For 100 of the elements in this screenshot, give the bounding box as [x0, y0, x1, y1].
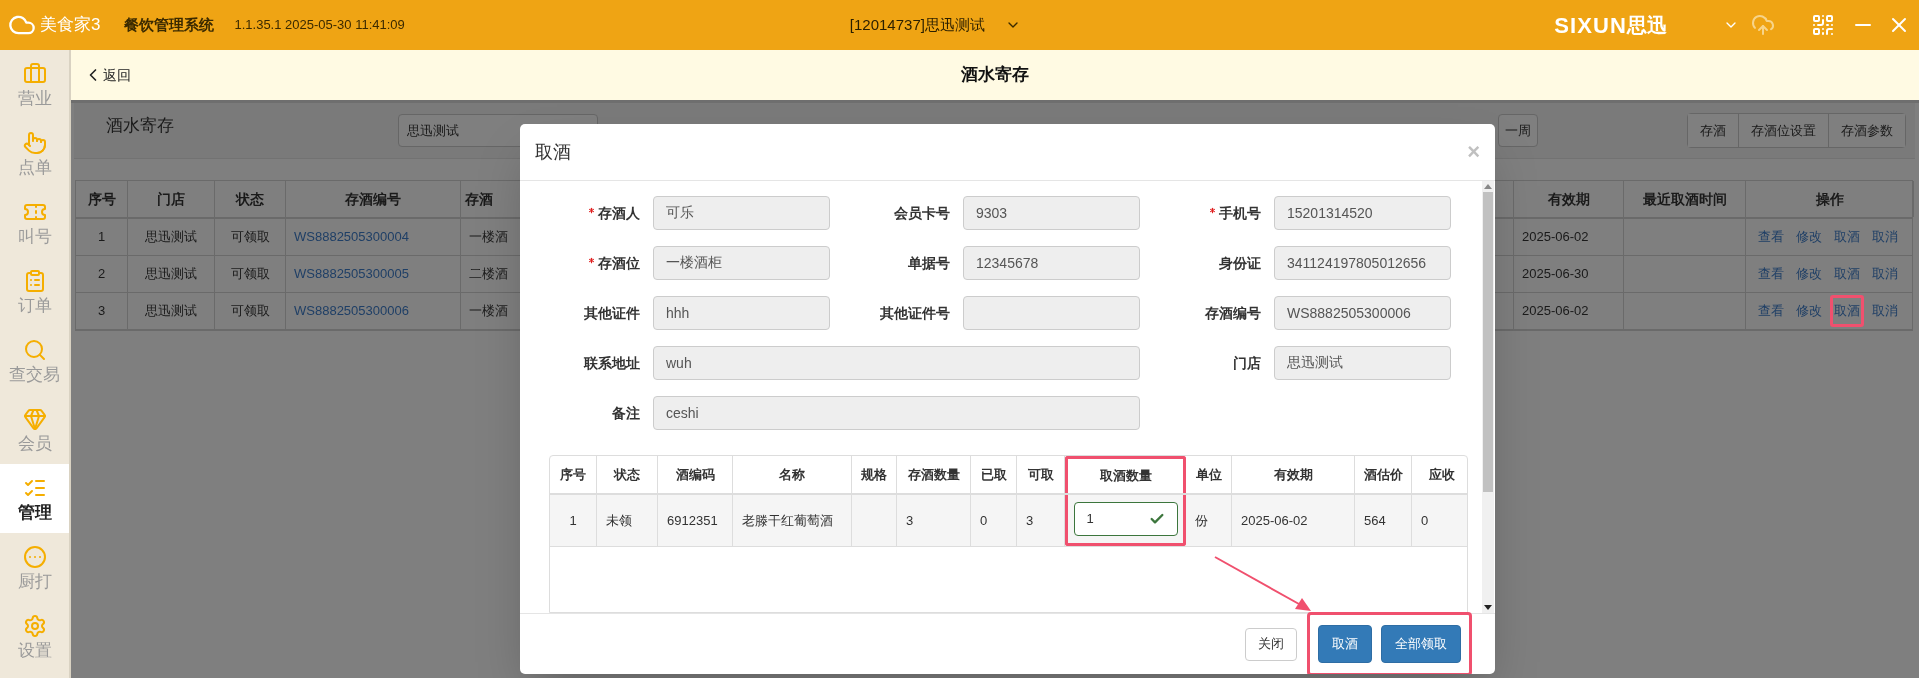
input-field[interactable]: 思迅测试: [1274, 346, 1451, 380]
sidebar-item[interactable]: 厨打: [0, 533, 69, 602]
primary-button[interactable]: 全部领取: [1381, 625, 1461, 663]
menu-icon: [22, 614, 47, 638]
field-label: 门店: [1233, 353, 1261, 373]
table-cell: 未领: [597, 495, 658, 546]
table-cell: 2025-06-02: [1232, 495, 1355, 546]
column-header: 规格: [852, 456, 897, 493]
action-link[interactable]: 修改: [1792, 295, 1826, 327]
field-label: 其他证件: [584, 303, 640, 323]
table-cell: 1: [550, 495, 597, 546]
toolbar-button[interactable]: 存酒位设置: [1739, 114, 1829, 147]
menu-icon: [22, 62, 47, 86]
column-header: 酒估价: [1355, 456, 1412, 493]
table-cell: 可领取: [215, 256, 286, 292]
back-button[interactable]: 返回: [83, 64, 131, 86]
table-cell[interactable]: WS8882505300004: [286, 219, 461, 255]
close-button[interactable]: ×: [1467, 141, 1480, 163]
sidebar-item[interactable]: 管理: [0, 464, 69, 533]
menu-icon: [22, 545, 47, 569]
table-cell: 思迅测试: [128, 219, 215, 255]
sidebar-item[interactable]: 查交易: [0, 326, 69, 395]
sidebar-item[interactable]: 会员: [0, 395, 69, 464]
action-link[interactable]: 取消: [1868, 221, 1902, 253]
column-header: 状态: [215, 181, 286, 217]
table-cell: 2025-06-02: [1514, 219, 1624, 255]
field-label: 存酒位: [598, 253, 640, 273]
app-logo: 美食家3: [40, 14, 101, 37]
action-link[interactable]: 修改: [1792, 258, 1826, 290]
column-header: 已取: [971, 456, 1017, 493]
action-link[interactable]: 修改: [1792, 221, 1826, 253]
action-link[interactable]: 取消: [1868, 258, 1902, 290]
input-field[interactable]: wuh: [653, 346, 1140, 380]
field-label: 单据号: [908, 253, 950, 273]
toolbar-button[interactable]: 存酒: [1688, 114, 1739, 147]
table-cell: 老滕干红葡萄酒: [733, 495, 852, 546]
action-link[interactable]: 取酒: [1830, 295, 1864, 327]
column-header: 单位: [1186, 456, 1232, 493]
store-selector[interactable]: [12014737]思迅测试: [849, 13, 985, 37]
action-link[interactable]: 查看: [1754, 295, 1788, 327]
column-header: 有效期: [1514, 181, 1624, 217]
sidebar-item[interactable]: 点单: [0, 119, 69, 188]
column-header: 门店: [128, 181, 215, 217]
input-field[interactable]: 12345678: [963, 246, 1140, 280]
input-field[interactable]: 一楼酒柜: [653, 246, 830, 280]
column-header: 存酒数量: [897, 456, 971, 493]
table-cell: 1: [76, 219, 128, 255]
scrollbar[interactable]: [1482, 181, 1494, 613]
page-title: 酒水寄存: [961, 64, 1029, 87]
input-field[interactable]: 可乐: [653, 196, 830, 230]
table-cell: 0: [971, 495, 1017, 546]
table-cell: 可领取: [215, 293, 286, 329]
input-field[interactable]: hhh: [653, 296, 830, 330]
table-cell: 可领取: [215, 219, 286, 255]
table-cell: 3: [1017, 495, 1065, 546]
menu-icon: [22, 338, 47, 362]
sidebar-item[interactable]: 叫号: [0, 188, 69, 257]
input-field[interactable]: [963, 296, 1140, 330]
field-label: 其他证件号: [880, 303, 950, 323]
section-title: 酒水寄存: [106, 115, 175, 137]
quantity-input[interactable]: 1: [1073, 502, 1178, 536]
column-header: 可取: [1017, 456, 1065, 493]
field-label: 身份证: [1219, 253, 1261, 273]
cloud-upload-icon[interactable]: [1751, 13, 1775, 37]
column-header: 序号: [76, 181, 128, 217]
toolbar-button[interactable]: 存酒参数: [1829, 114, 1905, 147]
table-cell: 2025-06-30: [1514, 256, 1624, 292]
menu-icon: [22, 407, 47, 431]
table-cell: 3: [897, 495, 971, 546]
sidebar-item[interactable]: 订单: [0, 257, 69, 326]
column-header: 操作: [1746, 181, 1914, 217]
input-field[interactable]: ceshi: [653, 396, 1140, 430]
action-link[interactable]: 查看: [1754, 221, 1788, 253]
app-name: 餐饮管理系统: [124, 14, 215, 35]
column-header: 最近取酒时间: [1624, 181, 1746, 217]
primary-button[interactable]: 取酒: [1318, 625, 1372, 663]
column-header: 状态: [597, 456, 658, 493]
table-cell[interactable]: WS8882505300005: [286, 256, 461, 292]
column-header: 存酒编号: [286, 181, 461, 217]
qr-code-icon[interactable]: [1811, 13, 1835, 37]
table-cell[interactable]: WS8882505300006: [286, 293, 461, 329]
brand-logo-cn: 思迅: [1627, 13, 1667, 38]
sidebar-item[interactable]: 营业: [0, 50, 69, 119]
close-dialog-button[interactable]: 关闭: [1245, 627, 1297, 661]
action-link[interactable]: 取酒: [1830, 221, 1864, 253]
input-field[interactable]: 9303: [963, 196, 1140, 230]
input-field[interactable]: 15201314520: [1274, 196, 1451, 230]
table-cell: 564: [1355, 495, 1412, 546]
input-field[interactable]: 341124197805012656: [1274, 246, 1451, 280]
sidebar-item[interactable]: 设置: [0, 602, 69, 671]
action-link[interactable]: 查看: [1754, 258, 1788, 290]
column-header: 有效期: [1232, 456, 1355, 493]
table-cell: 思迅测试: [128, 256, 215, 292]
table-cell: 份: [1186, 495, 1232, 546]
field-label: 存酒编号: [1205, 303, 1261, 323]
action-link[interactable]: 取消: [1868, 295, 1902, 327]
input-field[interactable]: WS8882505300006: [1274, 296, 1451, 330]
action-link[interactable]: 取酒: [1830, 258, 1864, 290]
table-cell: 3: [76, 293, 128, 329]
menu-icon: [22, 131, 47, 155]
